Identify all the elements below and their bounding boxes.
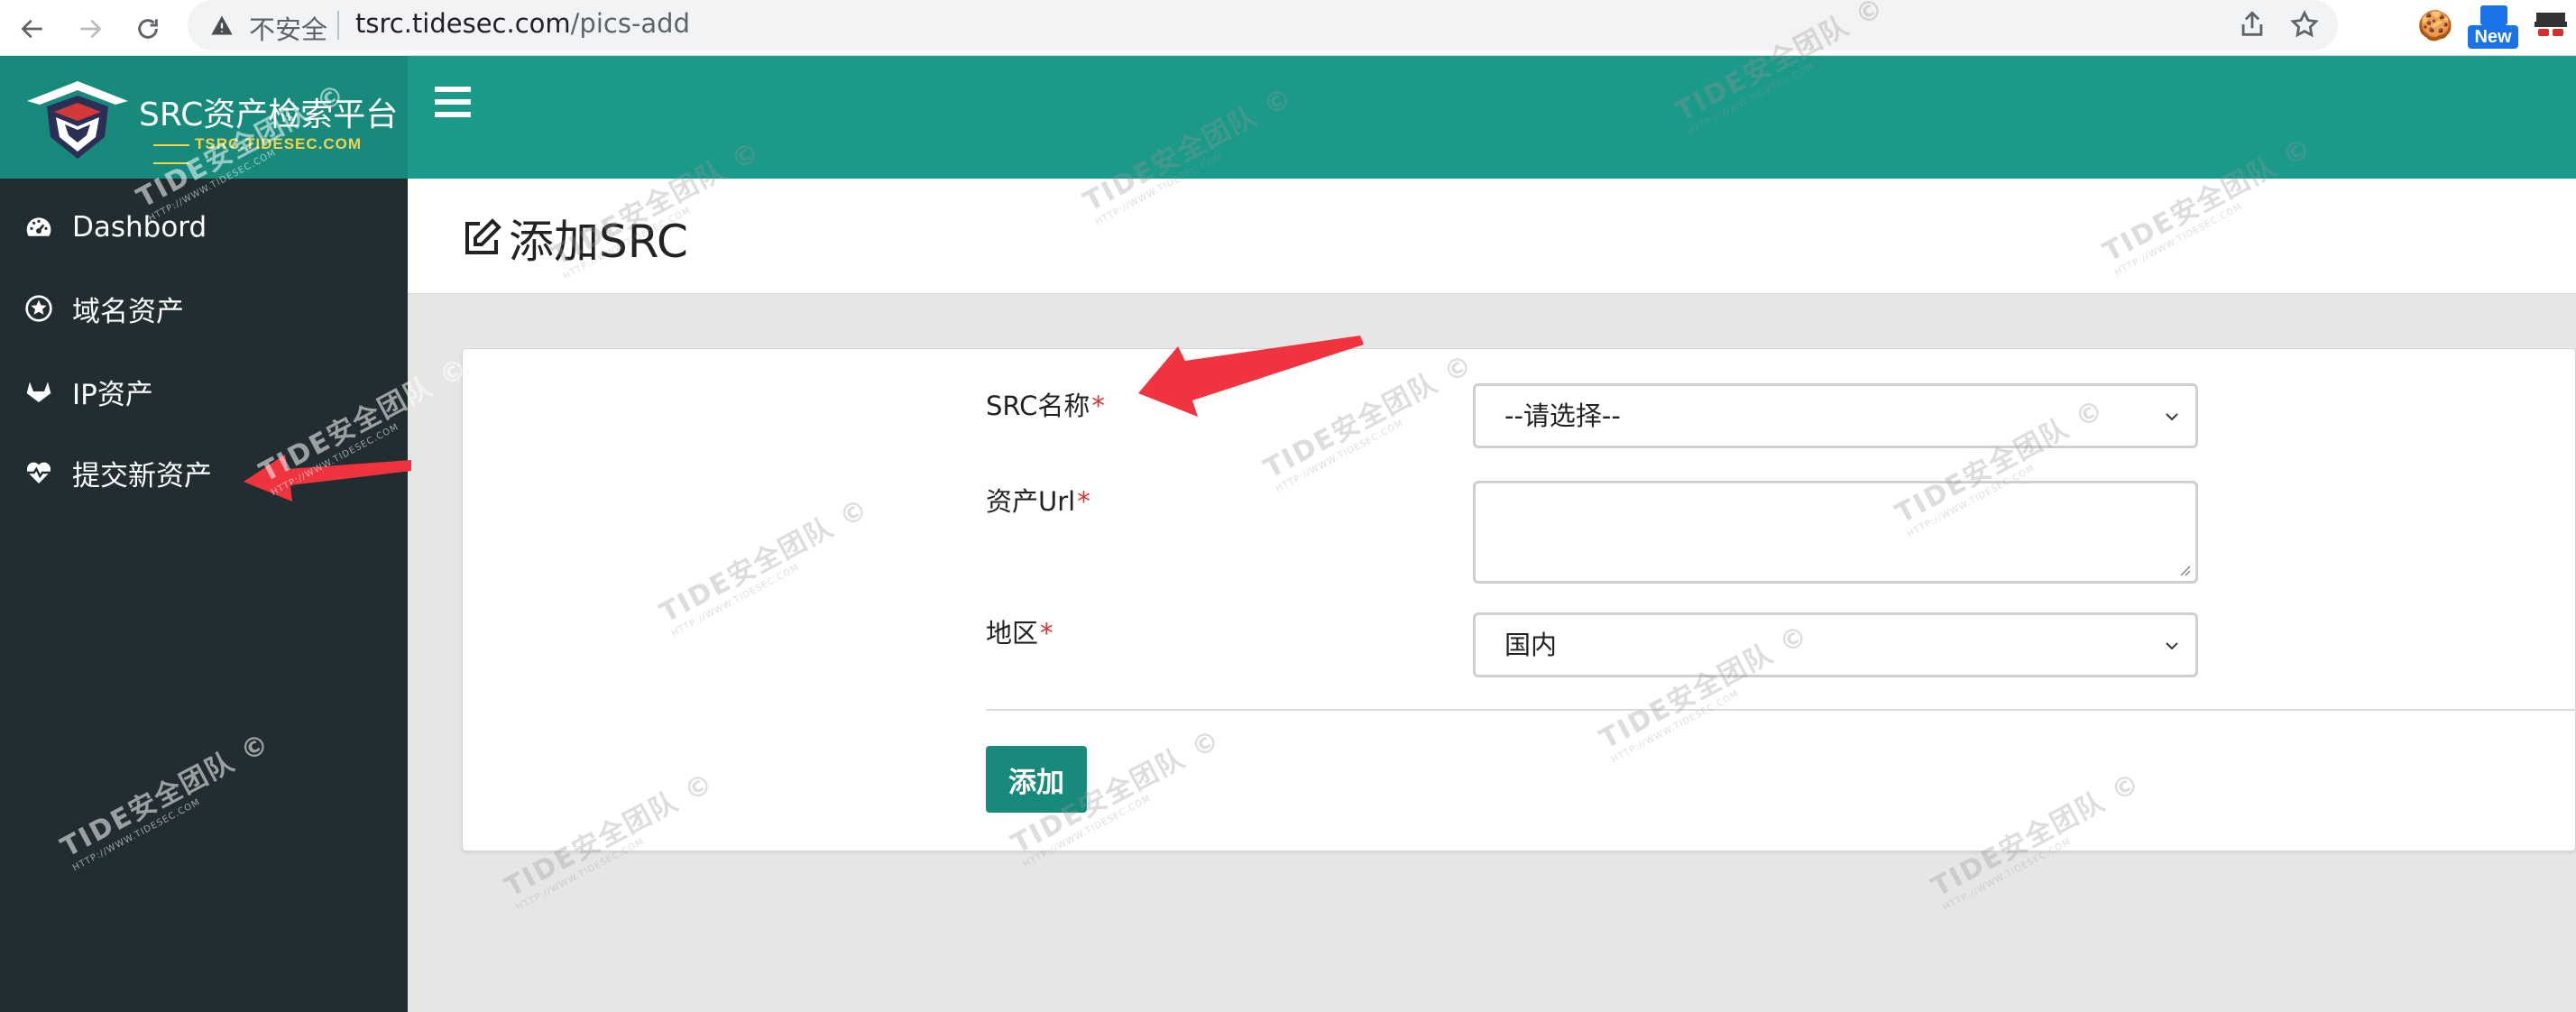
sidebar-item-submit-asset[interactable]: 提交新资产 — [0, 437, 408, 509]
reload-icon[interactable] — [126, 7, 170, 51]
asset-url-label: 资产Url* — [986, 481, 1090, 519]
required-mark: * — [1077, 486, 1090, 517]
sidebar-item-ip-assets[interactable]: IP资产 — [0, 355, 408, 428]
src-name-label-text: SRC名称 — [986, 391, 1090, 421]
browser-toolbar: 不安全 tsrc.tidesec.com/pics-add 🍪 New — [0, 0, 2576, 56]
required-mark: * — [1040, 618, 1053, 649]
add-button[interactable]: 添加 — [986, 746, 1087, 813]
new-extension-icon[interactable]: New — [2468, 5, 2518, 51]
gitlab-icon — [23, 376, 54, 407]
region-select[interactable]: 国内 — [1473, 612, 2198, 677]
url-host: tsrc.tidesec.com — [355, 8, 571, 39]
asset-url-textarea[interactable] — [1473, 481, 2198, 584]
sidebar: Dashbord 域名资产 IP资产 提交新资产 — [0, 179, 408, 1012]
sidebar-item-label: 域名资产 — [72, 295, 184, 328]
edit-icon — [465, 218, 501, 254]
resize-handle-icon[interactable] — [2177, 563, 2192, 577]
src-name-selected: --请选择-- — [1504, 400, 1621, 431]
cookie-extension-icon[interactable]: 🍪 — [2417, 7, 2453, 43]
sidebar-item-dashboard[interactable]: Dashbord — [0, 191, 408, 263]
brand-subtitle: TSRC.TIDESEC.COM — [148, 135, 408, 171]
heartbeat-icon — [23, 457, 54, 488]
sheriff-badge-icon — [23, 293, 54, 324]
menu-toggle-icon[interactable] — [435, 87, 471, 119]
insecure-label[interactable]: 不安全 — [249, 9, 327, 47]
sidebar-item-label: IP资产 — [72, 378, 153, 411]
url-path: /pics-add — [570, 8, 690, 39]
extension-window-icon — [2480, 5, 2507, 25]
chevron-down-icon — [2166, 413, 2178, 421]
region-label: 地区* — [986, 612, 1053, 650]
src-name-label: SRC名称* — [986, 385, 1105, 423]
sidebar-item-domain-assets[interactable]: 域名资产 — [0, 272, 408, 345]
brand-title: SRC资产检索平台 — [139, 97, 399, 133]
dashboard-icon — [23, 212, 54, 243]
chevron-down-icon — [2166, 642, 2178, 650]
top-navbar — [408, 56, 2576, 179]
omnibox-divider — [337, 11, 339, 40]
asset-url-label-text: 资产Url — [986, 486, 1076, 517]
brand-header[interactable]: SRC资产检索平台 TSRC.TIDESEC.COM — [0, 56, 408, 179]
warning-icon[interactable] — [209, 13, 235, 38]
form-divider — [986, 709, 2576, 711]
share-icon[interactable] — [2237, 9, 2268, 40]
src-name-select[interactable]: --请选择-- — [1473, 383, 2198, 448]
sidebar-item-label: Dashbord — [72, 211, 207, 244]
address-bar[interactable]: 不安全 tsrc.tidesec.com/pics-add — [188, 0, 2338, 51]
page-title: 添加SRC — [460, 206, 688, 271]
page-title-text: 添加SRC — [509, 216, 688, 268]
form-card: SRC名称* --请选择-- 资产Url* 地区* 国内 添加 — [462, 348, 2576, 851]
required-mark: * — [1091, 391, 1105, 421]
incognito-extension-icon[interactable] — [2533, 9, 2569, 45]
content-header: 添加SRC — [408, 179, 2576, 294]
sidebar-item-label: 提交新资产 — [72, 459, 212, 492]
bookmark-star-icon[interactable] — [2289, 9, 2320, 40]
tide-shield-logo-icon — [27, 81, 128, 159]
new-badge: New — [2468, 25, 2518, 49]
region-selected: 国内 — [1504, 630, 1558, 660]
forward-icon[interactable] — [69, 7, 112, 51]
back-icon[interactable] — [11, 7, 54, 51]
region-label-text: 地区 — [986, 618, 1039, 649]
url-text[interactable]: tsrc.tidesec.com/pics-add — [355, 8, 690, 39]
